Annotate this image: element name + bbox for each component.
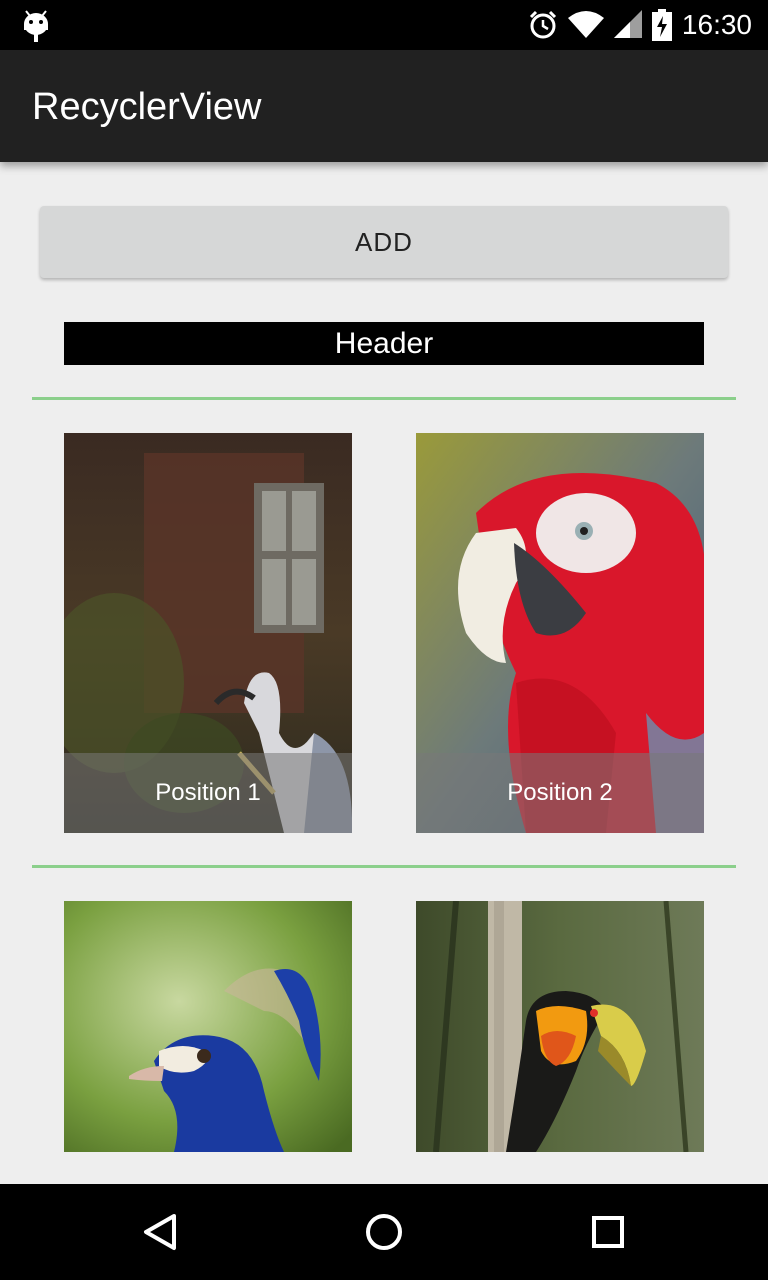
recycler-content[interactable]: ADD Header Position 1 Position 2 — [0, 162, 768, 1184]
app-title: RecyclerView — [32, 86, 262, 128]
status-bar: 16:30 — [0, 0, 768, 50]
android-debug-icon — [24, 10, 48, 42]
signal-icon — [613, 10, 642, 38]
back-icon[interactable] — [136, 1208, 184, 1256]
list-item[interactable] — [416, 901, 704, 1152]
clock: 16:30 — [681, 9, 752, 40]
recents-icon[interactable] — [584, 1208, 632, 1256]
home-icon[interactable] — [360, 1208, 408, 1256]
list-item[interactable]: Position 1 — [64, 433, 352, 833]
wifi-icon — [567, 11, 604, 38]
list-item[interactable] — [64, 901, 352, 1152]
app-bar: RecyclerView — [0, 50, 768, 162]
peacock-image — [64, 901, 352, 1152]
toucan-image — [416, 901, 704, 1152]
list-header: Header — [64, 322, 704, 365]
battery-charging-icon — [651, 9, 672, 41]
add-button[interactable]: ADD — [40, 206, 728, 278]
item-caption: Position 2 — [416, 753, 704, 833]
list-item[interactable]: Position 2 — [416, 433, 704, 833]
row-divider — [32, 865, 736, 868]
alarm-icon — [529, 10, 556, 39]
row-divider — [32, 397, 736, 400]
navigation-bar — [0, 1184, 768, 1280]
item-caption: Position 1 — [64, 753, 352, 833]
